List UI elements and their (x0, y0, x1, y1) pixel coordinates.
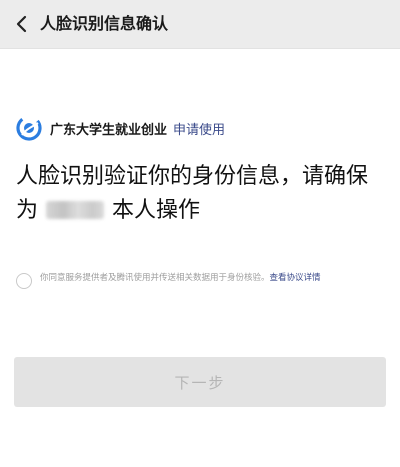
agreement-row: 你同意服务提供者及腾讯使用并传送相关数据用于身份核验。查看协议详情 (16, 270, 388, 289)
agreement-statement: 你同意服务提供者及腾讯使用并传送相关数据用于身份核验。 (40, 273, 270, 283)
app-name: 广东大学生就业创业 (50, 122, 168, 138)
next-button[interactable]: 下一步 (14, 357, 386, 407)
chevron-left-icon (16, 15, 27, 33)
heading-prefix: 为 (16, 198, 39, 223)
navigation-bar: 人脸识别信息确认 (0, 0, 400, 49)
agreement-radio[interactable] (16, 273, 32, 289)
apply-text: 申请使用 (173, 122, 226, 138)
verification-heading: 人脸识别验证你的身份信息，请确保 为 本人操作 (16, 160, 386, 228)
agreement-text: 你同意服务提供者及腾讯使用并传送相关数据用于身份核验。查看协议详情 (40, 270, 388, 287)
heading-line-2: 为 本人操作 (16, 194, 386, 228)
heading-line-1: 人脸识别验证你的身份信息，请确保 (16, 164, 369, 189)
back-button[interactable] (10, 12, 34, 36)
masked-user-name (46, 201, 105, 219)
agreement-details-link[interactable]: 查看协议详情 (270, 273, 321, 283)
app-info: 广东大学生就业创业 申请使用 (16, 115, 226, 141)
page-title: 人脸识别信息确认 (40, 14, 169, 33)
face-verify-page: 人脸识别信息确认 广东大学生就业创业 申请使用 人脸识别验证你的身份信息，请确保… (0, 0, 400, 467)
app-logo-icon (16, 115, 42, 141)
heading-suffix: 本人操作 (112, 198, 201, 223)
